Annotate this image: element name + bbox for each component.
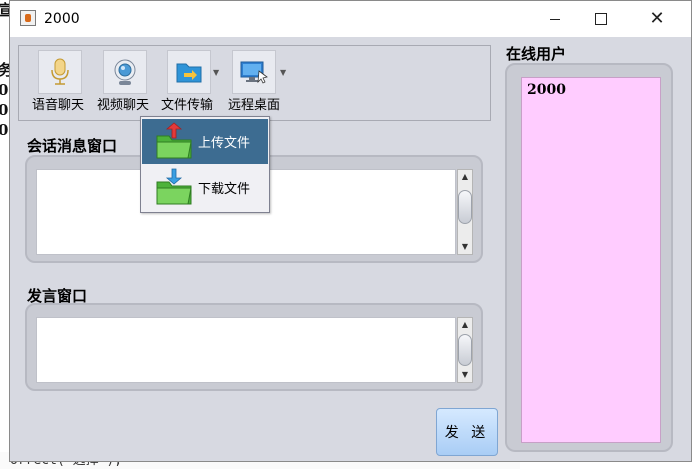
online-users-list[interactable]: 2000 bbox=[521, 77, 661, 443]
remote-desktop-icon bbox=[232, 50, 276, 94]
compose-panel: ▲ ▼ bbox=[25, 303, 483, 391]
voice-chat-label: 语音聊天 bbox=[32, 98, 85, 113]
background-text-fragment: 0 bbox=[0, 101, 9, 119]
webcam-icon bbox=[103, 50, 147, 94]
folder-upload-icon bbox=[154, 121, 194, 162]
microphone-icon bbox=[38, 50, 82, 94]
menu-item-label: 下载文件 bbox=[198, 182, 251, 197]
voice-chat-button[interactable]: 语音聊天 bbox=[32, 50, 88, 114]
close-button[interactable]: ✕ bbox=[634, 1, 680, 37]
background-text-fragment: 0 bbox=[0, 81, 9, 99]
chat-window: 2000 ✕ 语音聊天 视频聊天 ▼ 文件传输 ▼ 远程桌面 会话消息窗口 ▲ … bbox=[9, 0, 692, 462]
toolbar: 语音聊天 视频聊天 ▼ 文件传输 ▼ 远程桌面 bbox=[18, 45, 491, 121]
minimize-icon bbox=[550, 18, 560, 20]
close-icon: ✕ bbox=[649, 8, 665, 29]
java-app-icon bbox=[20, 10, 36, 26]
maximize-icon bbox=[595, 13, 607, 25]
list-item[interactable]: 2000 bbox=[527, 82, 566, 98]
session-scrollbar[interactable]: ▲ ▼ bbox=[457, 169, 473, 255]
video-chat-button[interactable]: 视频聊天 bbox=[97, 50, 153, 114]
compose-input[interactable] bbox=[36, 317, 456, 383]
chevron-down-icon: ▼ bbox=[213, 68, 220, 77]
chevron-down-icon: ▼ bbox=[280, 68, 287, 77]
menu-item-label: 上传文件 bbox=[198, 136, 251, 151]
session-messages-label: 会话消息窗口 bbox=[27, 137, 118, 155]
file-transfer-button[interactable]: ▼ 文件传输 bbox=[161, 50, 220, 114]
title-bar[interactable]: 2000 ✕ bbox=[10, 1, 691, 37]
folder-download-icon bbox=[154, 168, 194, 208]
scroll-thumb[interactable] bbox=[458, 190, 472, 224]
video-chat-label: 视频聊天 bbox=[97, 98, 150, 113]
menu-item-upload-file[interactable]: 上传文件 bbox=[142, 119, 268, 164]
online-users-panel: 2000 bbox=[505, 63, 673, 452]
send-button[interactable]: 发 送 bbox=[436, 408, 498, 456]
scroll-down-icon[interactable]: ▼ bbox=[458, 240, 472, 254]
online-users-label: 在线用户 bbox=[506, 45, 567, 63]
menu-item-download-file[interactable]: 下载文件 bbox=[142, 165, 268, 210]
scroll-up-icon[interactable]: ▲ bbox=[458, 318, 472, 332]
file-transfer-menu: 上传文件 下载文件 bbox=[140, 116, 270, 213]
minimize-button[interactable] bbox=[532, 1, 578, 37]
maximize-button[interactable] bbox=[578, 1, 624, 37]
scroll-down-icon[interactable]: ▼ bbox=[458, 368, 472, 382]
folder-transfer-icon bbox=[167, 50, 211, 94]
scroll-thumb[interactable] bbox=[458, 334, 472, 366]
remote-desktop-button[interactable]: ▼ 远程桌面 bbox=[228, 50, 287, 114]
background-text-fragment: 0 bbox=[0, 121, 9, 139]
window-title: 2000 bbox=[44, 11, 80, 27]
remote-desktop-label: 远程桌面 bbox=[228, 98, 281, 113]
compose-scrollbar[interactable]: ▲ ▼ bbox=[457, 317, 473, 383]
file-transfer-label: 文件传输 bbox=[161, 98, 214, 113]
scroll-up-icon[interactable]: ▲ bbox=[458, 170, 472, 184]
